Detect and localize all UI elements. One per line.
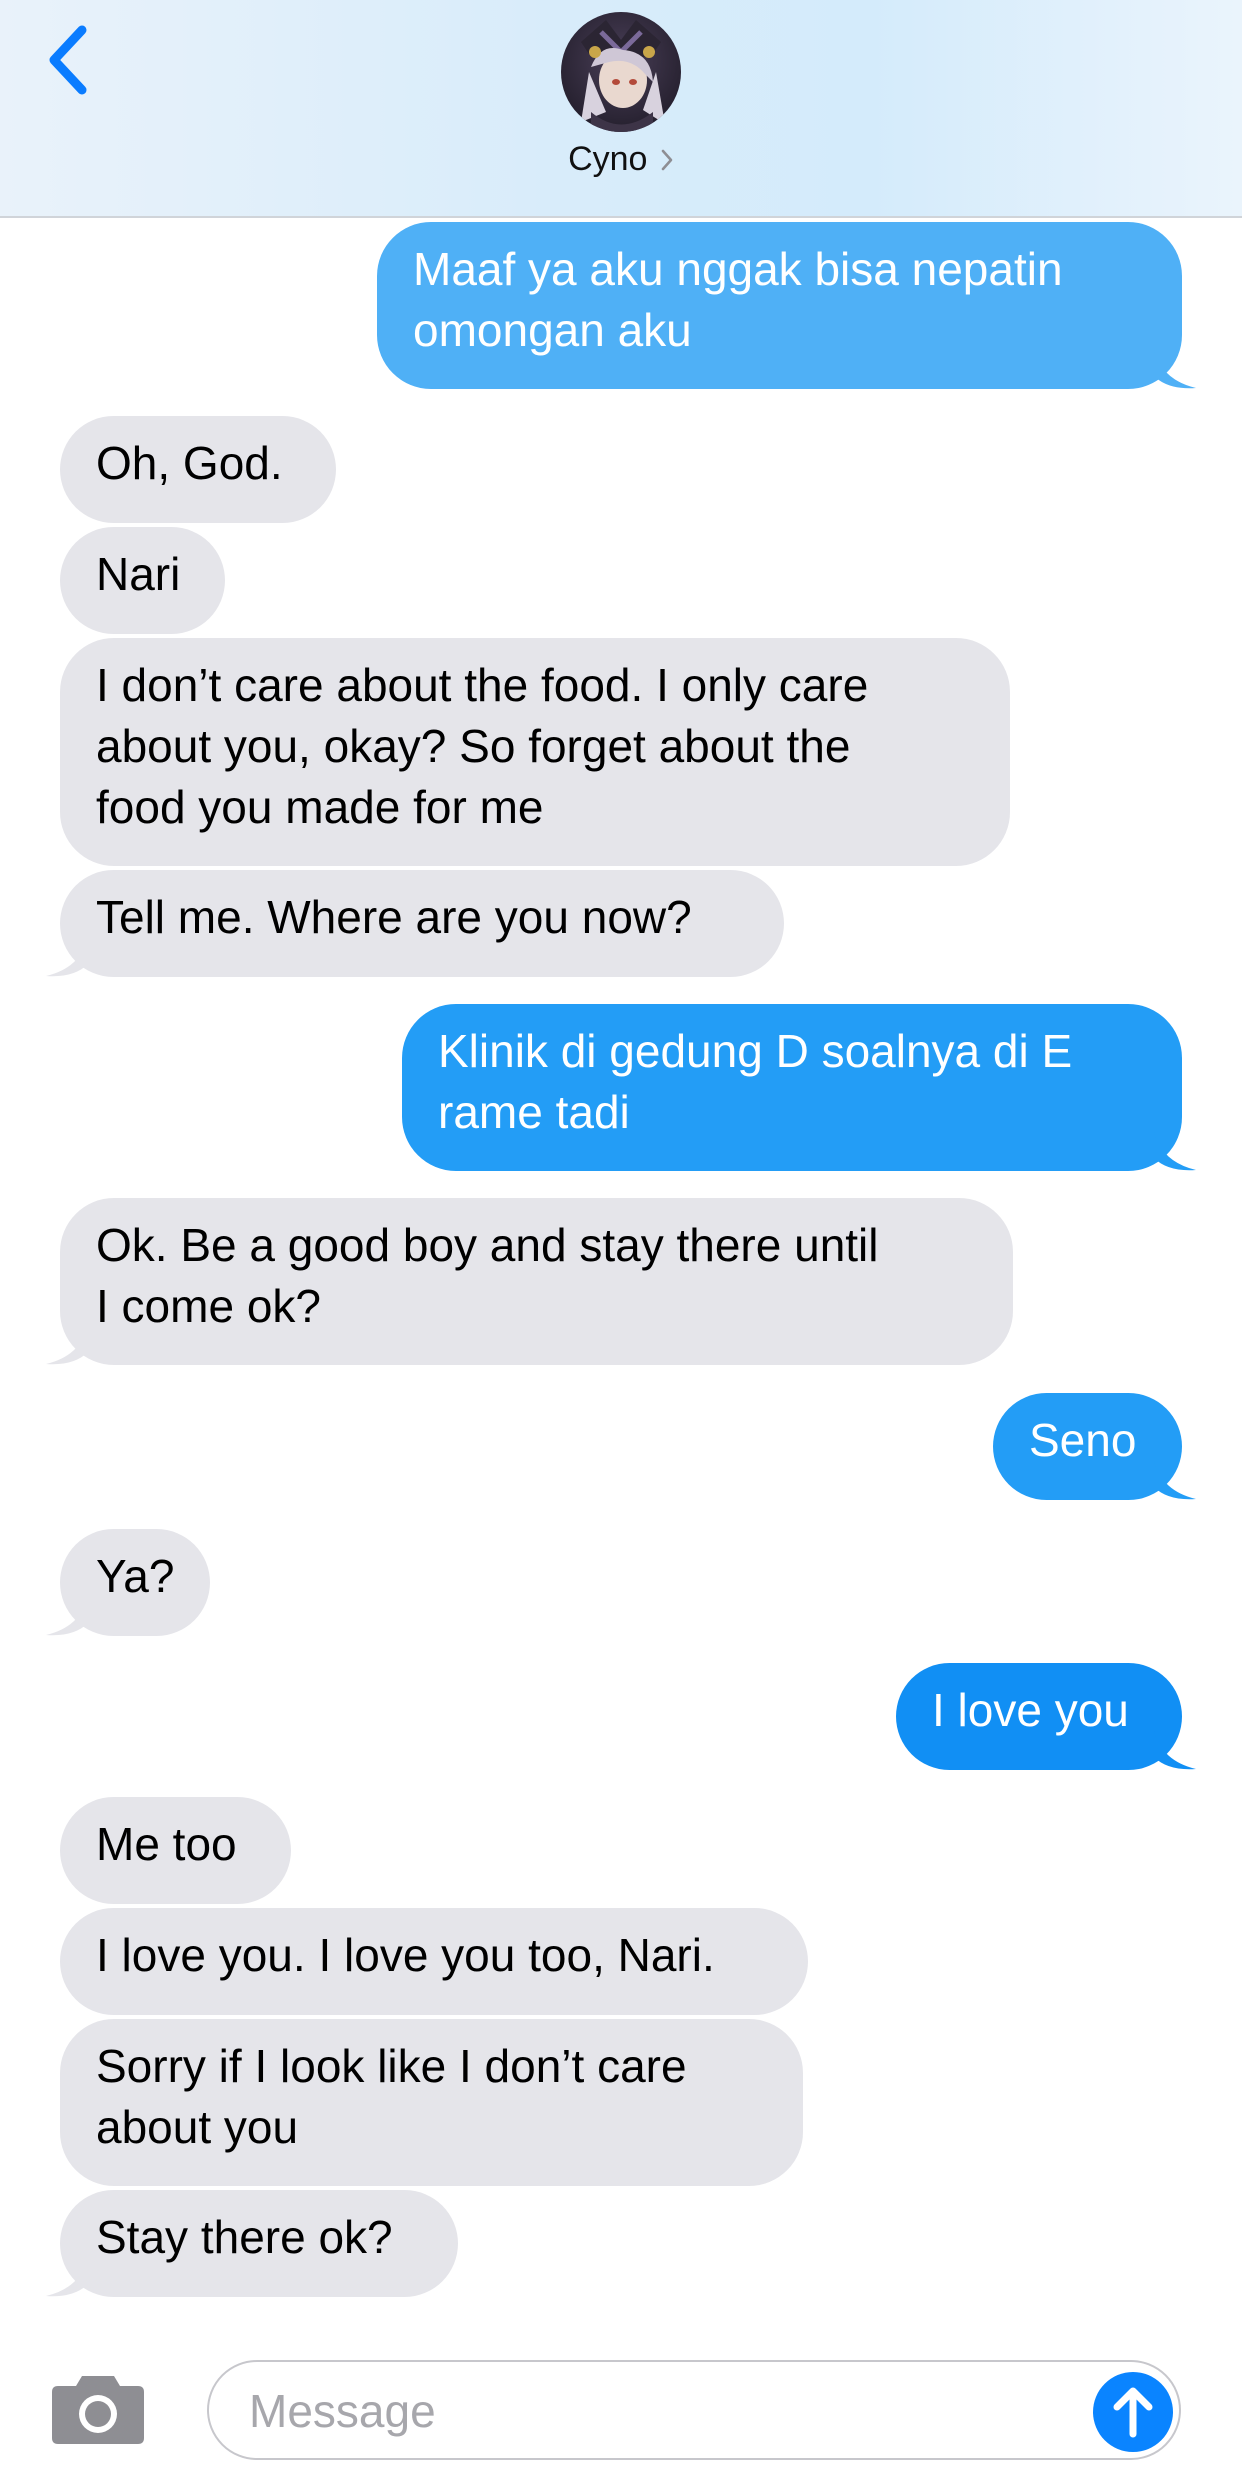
received-message[interactable]: Stay there ok? bbox=[60, 2190, 458, 2297]
received-message[interactable]: Oh, God. bbox=[60, 416, 336, 523]
received-message[interactable]: I don’t care about the food. I only care… bbox=[60, 638, 1010, 866]
conversation-header: Cyno bbox=[0, 0, 1242, 218]
received-message[interactable]: I love you. I love you too, Nari. bbox=[60, 1908, 808, 2015]
received-message[interactable]: Sorry if I look like I don’t care about … bbox=[60, 2019, 803, 2186]
bubble-tail-icon bbox=[1154, 1461, 1196, 1500]
received-message[interactable]: Me too bbox=[60, 1797, 291, 1904]
message-field bbox=[207, 2360, 1181, 2460]
bubble-tail-icon bbox=[46, 2258, 88, 2297]
bubble-tail-icon bbox=[1154, 350, 1196, 389]
camera-icon bbox=[52, 2376, 144, 2444]
arrow-up-icon bbox=[1113, 2387, 1153, 2438]
message-input[interactable] bbox=[249, 2376, 1069, 2446]
messages-screen: Cyno Maaf ya aku nggak bisa nepatin omon… bbox=[0, 0, 1242, 2478]
chevron-left-icon bbox=[49, 25, 87, 95]
sent-message[interactable]: Klinik di gedung D soalnya di E rame tad… bbox=[402, 1004, 1182, 1171]
chevron-right-icon bbox=[661, 149, 673, 170]
contact-name-button[interactable]: Cyno bbox=[0, 140, 1242, 179]
bubble-tail-icon bbox=[46, 1326, 88, 1365]
received-message[interactable]: Nari bbox=[60, 527, 225, 634]
bubble-tail-icon bbox=[46, 938, 88, 977]
contact-avatar[interactable] bbox=[561, 12, 681, 132]
bubble-tail-icon bbox=[1154, 1132, 1196, 1171]
back-button[interactable] bbox=[40, 20, 100, 100]
bubble-tail-icon bbox=[1154, 1731, 1196, 1770]
bubble-tail-icon bbox=[46, 1597, 88, 1636]
avatar-image bbox=[561, 12, 681, 132]
received-message[interactable]: Ok. Be a good boy and stay there until I… bbox=[60, 1198, 1013, 1365]
camera-button[interactable] bbox=[48, 2368, 148, 2448]
contact-name: Cyno bbox=[568, 140, 648, 178]
received-message[interactable]: Tell me. Where are you now? bbox=[60, 870, 784, 977]
sent-message[interactable]: Maaf ya aku nggak bisa nepatin omongan a… bbox=[377, 222, 1182, 389]
sent-message[interactable]: I love you bbox=[896, 1663, 1182, 1770]
send-button[interactable] bbox=[1093, 2372, 1173, 2452]
